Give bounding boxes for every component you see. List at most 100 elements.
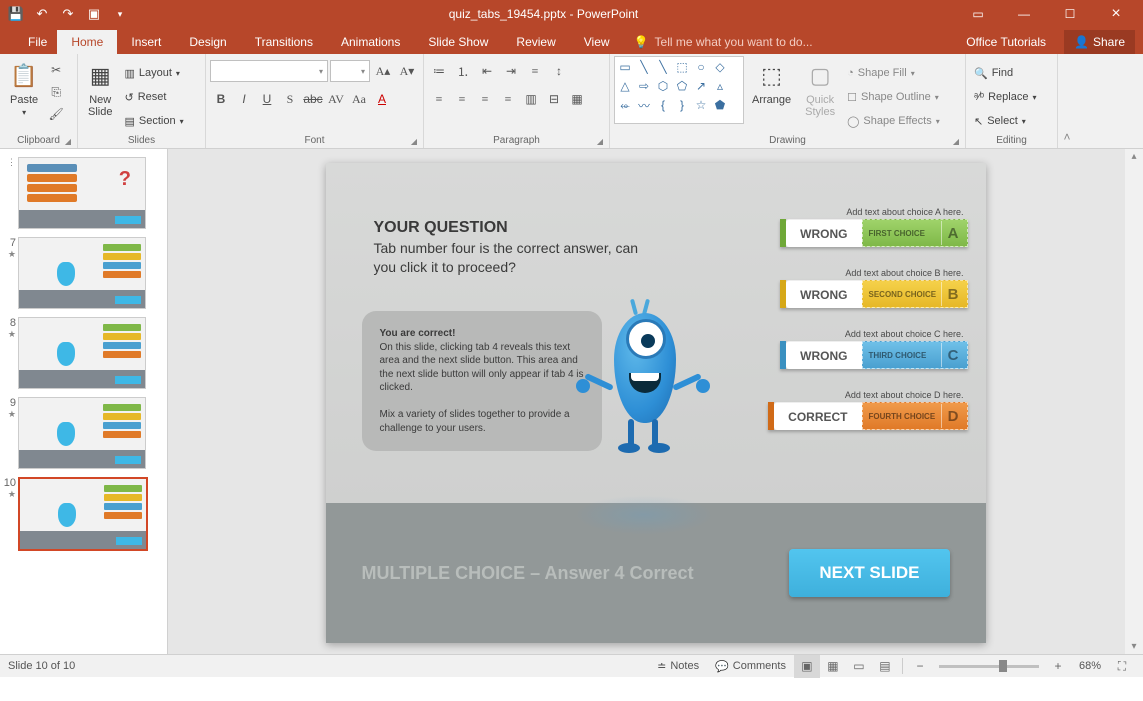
- slide-canvas[interactable]: YOUR QUESTION Tab number four is the cor…: [326, 163, 986, 643]
- font-family-combo[interactable]: ▾: [210, 60, 328, 82]
- share-button[interactable]: 👤Share: [1064, 30, 1135, 54]
- paste-button[interactable]: 📋Paste▾: [4, 56, 44, 126]
- fit-window-icon[interactable]: ⛶: [1109, 655, 1135, 678]
- shape-outline-button[interactable]: ☐Shape Outline▾: [843, 86, 944, 108]
- choice-hint[interactable]: Add text about choice B here.: [845, 268, 963, 278]
- bullets-button[interactable]: ≔: [428, 60, 450, 82]
- copy-icon[interactable]: ⎘: [46, 82, 66, 102]
- line-spacing-button[interactable]: ≡: [524, 60, 546, 82]
- maximize-icon[interactable]: ☐: [1047, 0, 1093, 28]
- minimize-icon[interactable]: —: [1001, 0, 1047, 28]
- character-graphic[interactable]: [574, 279, 714, 499]
- reading-view-icon[interactable]: ▭: [846, 655, 872, 678]
- zoom-out-icon[interactable]: −: [907, 655, 933, 678]
- shadow-button[interactable]: S: [279, 88, 301, 110]
- bold-button[interactable]: B: [210, 88, 232, 110]
- thumbnail-8[interactable]: 8★: [0, 313, 167, 393]
- choice-tab[interactable]: FIRST CHOICEA: [862, 219, 968, 247]
- qat-customize-icon[interactable]: ▾: [108, 2, 132, 26]
- next-slide-button[interactable]: NEXT SLIDE: [789, 549, 949, 597]
- comments-button[interactable]: 💬Comments: [707, 655, 794, 678]
- shape-fill-button[interactable]: ◔Shape Fill▾: [843, 62, 944, 84]
- tell-me-search[interactable]: 💡Tell me what you want to do...: [624, 30, 823, 54]
- tab-design[interactable]: Design: [175, 30, 240, 54]
- layout-button[interactable]: ▥Layout▾: [120, 62, 187, 84]
- spacing-button[interactable]: AV: [325, 88, 347, 110]
- dialog-launcher-icon[interactable]: ◢: [65, 137, 71, 146]
- text-direction-button[interactable]: ↕: [548, 60, 570, 82]
- thumbnail-9[interactable]: 9★: [0, 393, 167, 473]
- tab-review[interactable]: Review: [502, 30, 569, 54]
- tab-view[interactable]: View: [570, 30, 624, 54]
- zoom-slider[interactable]: [939, 665, 1039, 668]
- multiple-choice-label[interactable]: MULTIPLE CHOICE – Answer 4 Correct: [362, 563, 694, 584]
- slide-editor[interactable]: YOUR QUESTION Tab number four is the cor…: [168, 149, 1143, 654]
- dialog-launcher-icon[interactable]: ◢: [953, 137, 959, 146]
- increase-font-icon[interactable]: A▴: [372, 60, 394, 82]
- normal-view-icon[interactable]: ▣: [794, 655, 820, 678]
- slide-thumbnails-panel[interactable]: ⋮?7★8★9★10★: [0, 149, 168, 654]
- choice-hint[interactable]: Add text about choice A here.: [846, 207, 963, 217]
- case-button[interactable]: Aa: [348, 88, 370, 110]
- font-color-button[interactable]: A: [371, 88, 393, 110]
- choice-c[interactable]: Add text about choice C here.WRONGTHIRD …: [780, 329, 967, 371]
- replace-button[interactable]: ᵃ⁄ᵇReplace▾: [970, 86, 1040, 108]
- choice-tab[interactable]: THIRD CHOICEC: [862, 341, 968, 369]
- choice-hint[interactable]: Add text about choice C here.: [845, 329, 964, 339]
- scroll-down-icon[interactable]: ▾: [1131, 641, 1136, 652]
- question-title[interactable]: YOUR QUESTION: [374, 219, 508, 237]
- align-left-button[interactable]: ≡: [428, 88, 450, 110]
- undo-icon[interactable]: ↶: [30, 2, 54, 26]
- numbering-button[interactable]: ⒈: [452, 60, 474, 82]
- thumbnail-top[interactable]: ⋮?: [0, 153, 167, 233]
- tab-insert[interactable]: Insert: [117, 30, 175, 54]
- choice-d[interactable]: Add text about choice D here.CORRECTFOUR…: [768, 390, 967, 432]
- decrease-font-icon[interactable]: A▾: [396, 60, 418, 82]
- choice-a[interactable]: Add text about choice A here.WRONGFIRST …: [780, 207, 967, 249]
- section-button[interactable]: ▤Section▾: [120, 110, 187, 132]
- vertical-scrollbar[interactable]: ▴▾: [1125, 149, 1143, 654]
- start-show-icon[interactable]: ▣: [82, 2, 106, 26]
- align-center-button[interactable]: ≡: [451, 88, 473, 110]
- question-text[interactable]: Tab number four is the correct answer, c…: [374, 239, 654, 277]
- zoom-in-icon[interactable]: +: [1045, 655, 1071, 678]
- slide-counter[interactable]: Slide 10 of 10: [8, 660, 649, 672]
- zoom-level[interactable]: 68%: [1071, 655, 1109, 678]
- arrange-button[interactable]: ⬚Arrange: [746, 56, 797, 126]
- tab-slide-show[interactable]: Slide Show: [414, 30, 502, 54]
- increase-indent-button[interactable]: ⇥: [500, 60, 522, 82]
- tab-animations[interactable]: Animations: [327, 30, 414, 54]
- ribbon-options-icon[interactable]: ▭: [955, 0, 1001, 28]
- font-size-combo[interactable]: ▾: [330, 60, 370, 82]
- notes-button[interactable]: ≐Notes: [649, 655, 707, 678]
- thumbnail-7[interactable]: 7★: [0, 233, 167, 313]
- new-slide-button[interactable]: ▦New Slide: [82, 56, 118, 126]
- format-painter-icon[interactable]: 🖌: [46, 104, 66, 124]
- scroll-up-icon[interactable]: ▴: [1131, 151, 1136, 162]
- choice-tab[interactable]: FOURTH CHOICED: [862, 402, 968, 430]
- find-button[interactable]: 🔍Find: [970, 62, 1040, 84]
- dialog-launcher-icon[interactable]: ◢: [597, 137, 603, 146]
- save-icon[interactable]: 💾: [4, 2, 28, 26]
- choice-tab[interactable]: SECOND CHOICEB: [862, 280, 968, 308]
- choice-b[interactable]: Add text about choice B here.WRONGSECOND…: [780, 268, 967, 310]
- columns-button[interactable]: ▥: [520, 88, 542, 110]
- redo-icon[interactable]: ↷: [56, 2, 80, 26]
- align-text-button[interactable]: ⊟: [543, 88, 565, 110]
- tab-transitions[interactable]: Transitions: [241, 30, 327, 54]
- underline-button[interactable]: U: [256, 88, 278, 110]
- italic-button[interactable]: I: [233, 88, 255, 110]
- align-right-button[interactable]: ≡: [474, 88, 496, 110]
- choice-hint[interactable]: Add text about choice D here.: [845, 390, 964, 400]
- info-box[interactable]: You are correct! On this slide, clicking…: [362, 311, 602, 451]
- tab-home[interactable]: Home: [57, 30, 117, 54]
- strike-button[interactable]: abc: [302, 88, 324, 110]
- reset-button[interactable]: ↺Reset: [120, 86, 187, 108]
- slideshow-view-icon[interactable]: ▤: [872, 655, 898, 678]
- thumbnail-10[interactable]: 10★: [0, 473, 167, 555]
- office-tutorials-link[interactable]: Office Tutorials: [952, 30, 1060, 54]
- justify-button[interactable]: ≡: [497, 88, 519, 110]
- cut-icon[interactable]: ✂: [46, 60, 66, 80]
- decrease-indent-button[interactable]: ⇤: [476, 60, 498, 82]
- dialog-launcher-icon[interactable]: ◢: [411, 137, 417, 146]
